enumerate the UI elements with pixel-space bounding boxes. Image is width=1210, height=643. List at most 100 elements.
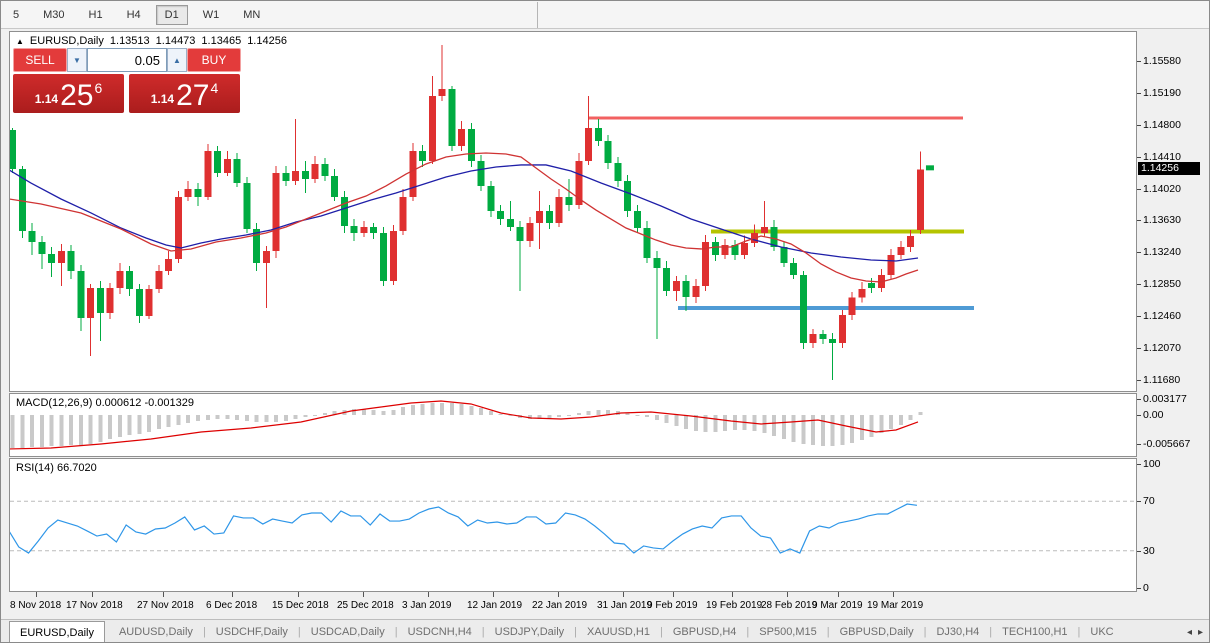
chart-tab-audusd[interactable]: AUDUSD,Daily (109, 620, 203, 643)
rsi-indicator-pane[interactable]: RSI(14) 66.7020 (9, 458, 1137, 592)
candle-body (458, 129, 465, 146)
chart-tab-usdcnh[interactable]: USDCNH,H4 (398, 620, 482, 643)
timeframe-button-mn[interactable]: MN (234, 5, 269, 25)
macd-histogram-bar (167, 415, 171, 427)
macd-histogram-bar (274, 415, 278, 422)
tab-scroll-left-icon[interactable]: ◂ (1187, 627, 1192, 638)
macd-histogram-bar (323, 413, 327, 415)
macd-histogram-bar (40, 415, 44, 447)
chart-tab-usdchf[interactable]: USDCHF,Daily (206, 620, 298, 643)
candle-body (536, 211, 543, 223)
collapse-triangle-icon[interactable]: ▲ (16, 37, 24, 46)
chart-tab-gbpusd[interactable]: GBPUSD,Daily (830, 620, 924, 643)
macd-histogram-bar (69, 415, 73, 445)
timeframe-button-d1[interactable]: D1 (156, 5, 188, 25)
sell-price-tile[interactable]: 1.14 25 6 (13, 74, 124, 113)
candle-body (605, 141, 612, 163)
macd-histogram-bar (811, 415, 815, 445)
chart-tab-eurusd[interactable]: EURUSD,Daily (9, 621, 105, 643)
macd-histogram-bar (792, 415, 796, 442)
buy-price-tile[interactable]: 1.14 27 4 (129, 74, 240, 113)
candle-body (448, 89, 455, 146)
candle-body (741, 243, 748, 255)
macd-histogram-bar (684, 415, 688, 429)
chart-tab-bar: EURUSD,DailyAUDUSD,Daily|USDCHF,Daily|US… (1, 619, 1210, 643)
macd-histogram-bar (547, 415, 551, 418)
chart-tab-tech100[interactable]: TECH100,H1 (992, 620, 1077, 643)
candle-body (790, 263, 797, 275)
volume-input[interactable] (87, 48, 167, 72)
chart-tab-dj30[interactable]: DJ30,H4 (926, 620, 989, 643)
rsi-line (10, 504, 917, 553)
macd-histogram-bar (645, 415, 649, 417)
chart-tab-xauusd[interactable]: XAUUSD,H1 (577, 620, 660, 643)
timeframe-button-h4[interactable]: H4 (118, 5, 150, 25)
buy-button[interactable]: BUY (187, 48, 241, 72)
macd-histogram-bar (460, 404, 464, 415)
trading-app-window: 5 M30 H1 H4 D1 W1MN ▲ EURUSD,Daily 1.13513 1.… (0, 0, 1210, 643)
date-tick (493, 592, 494, 597)
rsi-axis-label: 100 (1143, 458, 1161, 470)
volume-increase-button[interactable]: ▲ (167, 48, 187, 72)
macd-histogram-bar (567, 415, 571, 416)
candle-body (419, 151, 426, 161)
macd-histogram-bar (411, 405, 415, 415)
candle-body (917, 169, 924, 230)
current-price-tag: 1.14256 (1138, 162, 1200, 175)
forming-candle-marker (926, 165, 934, 170)
macd-histogram-bar (391, 410, 395, 415)
price-axis[interactable]: 1.155801.151901.148001.144101.140201.136… (1137, 31, 1210, 392)
timeframe-button-5[interactable]: 5 (4, 5, 28, 25)
timeframe-button-m30[interactable]: M30 (34, 5, 73, 25)
candle-body (839, 315, 846, 343)
macd-histogram-bar (186, 415, 190, 423)
timeframe-toolbar: 5 M30 H1 H4 D1 W1MN (1, 1, 1210, 29)
price-axis-label: 1.12460 (1143, 310, 1181, 322)
date-axis-label: 9 Feb 2019 (647, 600, 698, 611)
candle-body (194, 189, 201, 197)
chart-tab-usdcad[interactable]: USDCAD,Daily (301, 620, 395, 643)
date-axis[interactable]: 8 Nov 201817 Nov 201827 Nov 20186 Dec 20… (9, 592, 1137, 618)
chart-tab-ukc[interactable]: UKC (1080, 620, 1123, 643)
main-chart-pane[interactable]: ▲ EURUSD,Daily 1.13513 1.14473 1.13465 1… (9, 31, 1137, 392)
macd-indicator-pane[interactable]: MACD(12,26,9) 0.000612 -0.001329 (9, 393, 1137, 457)
macd-histogram-bar (499, 414, 503, 415)
sell-button[interactable]: SELL (13, 48, 67, 72)
buy-price-sup: 4 (210, 80, 218, 96)
date-tick (92, 592, 93, 597)
date-axis-label: 25 Dec 2018 (337, 600, 394, 611)
price-axis-label-tick (1137, 61, 1141, 62)
ohlc-high: 1.14473 (156, 35, 196, 47)
macd-histogram-bar (225, 415, 229, 419)
candle-body (146, 289, 153, 316)
chart-tab-gbpusd[interactable]: GBPUSD,H4 (663, 620, 747, 643)
date-axis-label: 3 Jan 2019 (402, 600, 452, 611)
macd-histogram-bar (421, 404, 425, 415)
price-axis-label-tick (1137, 125, 1141, 126)
price-axis-label-tick (1137, 157, 1141, 158)
macd-axis-label-tick (1137, 444, 1141, 445)
macd-histogram-bar (20, 415, 24, 448)
tab-scroll-right-icon[interactable]: ▸ (1198, 627, 1203, 638)
date-tick (298, 592, 299, 597)
candle-body (10, 130, 16, 169)
volume-decrease-button[interactable]: ▼ (67, 48, 87, 72)
candle-body (97, 288, 104, 313)
price-axis-label-tick (1137, 316, 1141, 317)
macd-histogram-bar (596, 410, 600, 415)
rsi-axis-label-tick (1137, 551, 1141, 552)
candle-body (595, 128, 602, 141)
date-axis-label: 15 Dec 2018 (272, 600, 329, 611)
timeframe-button-w1[interactable]: W1 (194, 5, 229, 25)
chart-tab-sp500[interactable]: SP500,M15 (749, 620, 826, 643)
macd-histogram-bar (899, 415, 903, 425)
chart-tab-usdjpy[interactable]: USDJPY,Daily (485, 620, 575, 643)
macd-histogram-bar (216, 415, 220, 419)
macd-histogram-bar (577, 413, 581, 415)
macd-label: MACD(12,26,9) 0.000612 -0.001329 (16, 397, 194, 409)
macd-histogram-bar (381, 411, 385, 415)
candle-body (204, 151, 211, 197)
date-tick (623, 592, 624, 597)
candle-body (546, 211, 553, 223)
timeframe-button-h1[interactable]: H1 (80, 5, 112, 25)
